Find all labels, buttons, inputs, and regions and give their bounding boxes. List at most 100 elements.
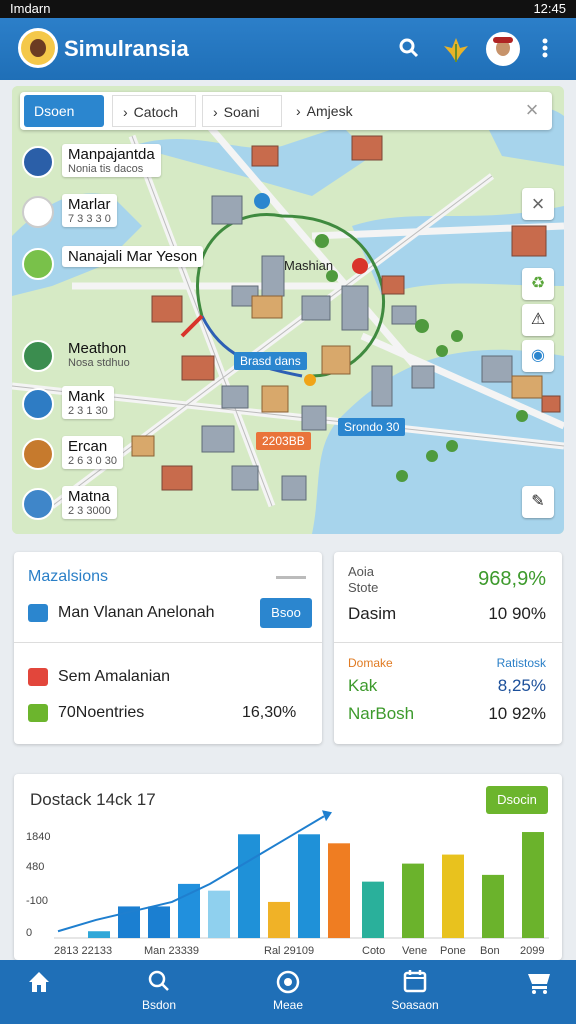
- bar[interactable]: [178, 883, 200, 938]
- nav-cart[interactable]: [494, 968, 576, 1020]
- row-value: 16,30%: [242, 704, 297, 721]
- cart-icon: [494, 968, 576, 998]
- list-item[interactable]: Sem Amalanian: [28, 668, 170, 686]
- bar[interactable]: [268, 901, 290, 938]
- x-tick-label: Ral 29109: [264, 945, 314, 957]
- column-header: Domake: [348, 656, 393, 670]
- nav-search[interactable]: Bsdon: [114, 968, 204, 1020]
- map-tab-bar: Dsoen › Catoch › Soani › Amjesk ×: [20, 92, 552, 130]
- list-item[interactable]: 70Noentries: [28, 704, 144, 722]
- y-tick-label: 0: [26, 927, 32, 939]
- x-tick-label: 2813 22133: [54, 945, 112, 957]
- tab-catoch[interactable]: › Catoch: [112, 95, 196, 127]
- chevron-right-icon: ›: [296, 103, 301, 119]
- bar[interactable]: [148, 906, 170, 938]
- tab-label: Dsoen: [34, 103, 75, 119]
- recycle-icon[interactable]: ♻: [522, 268, 554, 300]
- stat-label: Aoia: [348, 564, 375, 579]
- bar[interactable]: [208, 890, 230, 938]
- chevron-right-icon: ›: [213, 104, 218, 120]
- avatar[interactable]: [486, 32, 520, 66]
- tab-label: Catoch: [133, 104, 179, 120]
- poi-icon: [22, 388, 54, 420]
- stat-value: 10 90%: [488, 604, 546, 623]
- bar[interactable]: [238, 834, 260, 938]
- row-label: Man Vlanan Anelonah: [58, 604, 215, 622]
- chart-card: Dostack 14ck 17 Dsocin 1840 480 -100 0 2813 …: [14, 774, 562, 960]
- search-icon[interactable]: [396, 36, 422, 62]
- divider: [334, 642, 562, 643]
- y-tick-label: 480: [26, 861, 44, 873]
- price-tag[interactable]: 2203BB: [256, 432, 311, 450]
- divider: [14, 642, 322, 643]
- app-title: Simulransia: [64, 36, 189, 61]
- poi-icon: [22, 146, 54, 178]
- app-logo: [18, 28, 58, 68]
- x-tick-label: Vene: [402, 945, 427, 957]
- poi-sub: 2 3 1 30: [68, 405, 108, 417]
- leaf-icon[interactable]: [442, 36, 468, 62]
- tab-dsoen[interactable]: Dsoen: [24, 95, 104, 127]
- drag-handle[interactable]: [276, 576, 306, 579]
- bar[interactable]: [362, 881, 384, 938]
- poi-icon: [22, 196, 54, 228]
- bar[interactable]: [402, 863, 424, 938]
- row-label: Sem Amalanian: [58, 668, 171, 686]
- carrier-label: Imdarn: [10, 1, 51, 16]
- bar-chart: 1840 480 -100 0 2813 22133 Man 23339 Ral 29109…: [26, 810, 549, 957]
- poi-name: Ercan: [68, 438, 108, 455]
- poi-name: Matna: [68, 488, 110, 505]
- card-title: Mazalsions: [28, 568, 109, 585]
- x-tick-label: Pone: [440, 945, 466, 957]
- y-tick-label: 1840: [26, 831, 50, 843]
- x-tick-label: 2099: [520, 945, 544, 957]
- stat-name: NarBosh: [348, 704, 415, 723]
- poi-icon: [22, 488, 54, 520]
- poi-name: Meathon: [68, 340, 127, 357]
- tab-soani[interactable]: › Soani: [202, 95, 282, 127]
- tab-label: Soani: [223, 104, 260, 120]
- district-label: Mashian: [284, 258, 334, 273]
- doc-icon: [28, 604, 48, 622]
- more-vert-icon[interactable]: [532, 36, 558, 62]
- stat-name: Dasim: [348, 604, 397, 623]
- eye-icon[interactable]: ◉: [522, 340, 554, 372]
- pen-icon[interactable]: ✎: [522, 486, 554, 518]
- poi-sub: 2 6 3 0 30: [68, 455, 117, 467]
- edit-icon: [28, 668, 48, 686]
- map-view[interactable]: Dsoen › Catoch › Soani › Amjesk × Manpajant…: [12, 86, 564, 534]
- chevron-right-icon: ›: [123, 104, 128, 120]
- bar[interactable]: [442, 854, 464, 938]
- stat-value: 10 92%: [488, 704, 546, 723]
- close-icon[interactable]: ×: [522, 188, 554, 220]
- bar[interactable]: [88, 931, 110, 938]
- row-label: 70Noentries: [58, 704, 145, 722]
- bar[interactable]: [522, 832, 544, 938]
- poi-name: Marlar: [68, 196, 111, 213]
- stat-value: 8,25%: [497, 676, 546, 695]
- list-item[interactable]: Man Vlanan Anelonah: [28, 604, 215, 622]
- map-tag[interactable]: Srondo 30: [338, 418, 406, 436]
- tab-amjesk[interactable]: › Amjesk: [286, 95, 406, 127]
- x-tick-label: Coto: [362, 945, 385, 957]
- action-button[interactable]: Bsoo: [260, 598, 312, 628]
- nav-calendar[interactable]: Soasaon: [370, 968, 460, 1020]
- poi-icon: [22, 438, 54, 470]
- nav-home[interactable]: [0, 968, 84, 1020]
- bar[interactable]: [328, 843, 350, 938]
- nav-label: Soasaon: [391, 998, 439, 1012]
- close-icon[interactable]: ×: [518, 96, 546, 124]
- stat-name: Kak: [348, 676, 378, 695]
- bar[interactable]: [482, 874, 504, 938]
- home-icon: [0, 968, 84, 998]
- nav-location[interactable]: Meae: [243, 968, 333, 1020]
- bar[interactable]: [298, 834, 320, 938]
- x-tick-label: Bon: [480, 945, 500, 957]
- warning-icon[interactable]: ⚠: [522, 304, 554, 336]
- stats-card: Aoia Stote 968,9% Dasim 10 90% Domake Ra…: [334, 552, 562, 744]
- poi-name: Nanajali Mar Yeson: [68, 248, 198, 265]
- map-tag[interactable]: Brasd dans: [234, 352, 307, 370]
- poi-sub: Nosa stdhuo: [68, 357, 130, 369]
- poi-name: Manpajantda: [68, 146, 155, 163]
- stat-label: Stote: [348, 580, 379, 595]
